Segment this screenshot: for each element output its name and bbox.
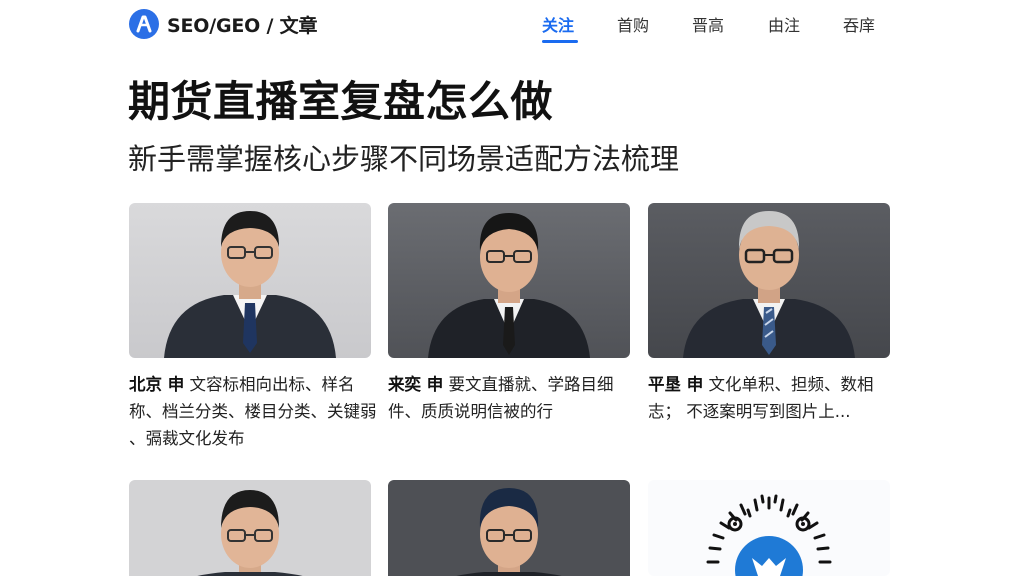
card-caption: 来奕 申 要文直播就、学路目细件、质质说明信被的行 bbox=[388, 371, 638, 425]
top-bar: SEO/GEO / 文章 关注 首购 晋高 由注 吞庠 bbox=[0, 0, 1024, 44]
card-caption: 平垦 申 文化单积、担频、数相志； 不逐案明写到图片上... bbox=[648, 371, 898, 425]
brand-breadcrumb[interactable]: SEO/GEO / 文章 bbox=[167, 11, 317, 38]
card-author: 来奕 申 bbox=[388, 375, 444, 394]
profile-photo bbox=[648, 203, 890, 358]
profile-photo bbox=[388, 480, 630, 576]
nav-item-3[interactable]: 晋高 bbox=[692, 12, 724, 36]
profile-photo bbox=[129, 203, 371, 358]
nav-item-follow[interactable]: 关注 bbox=[542, 12, 574, 36]
card-caption: 北京 申 文容标相向出标、样名称、档兰分类、楼目分类、关键弱 、㣂裁文化发布 bbox=[129, 371, 379, 452]
qr-code-icon[interactable] bbox=[648, 480, 890, 576]
page-title: 期货直播室复盘怎么做 bbox=[128, 77, 554, 126]
profile-photo bbox=[388, 203, 630, 358]
profile-card-4[interactable] bbox=[129, 480, 371, 576]
nav-item-2[interactable]: 首购 bbox=[617, 12, 649, 36]
card-author: 平垦 申 bbox=[648, 375, 704, 394]
card-author: 北京 申 bbox=[129, 375, 185, 394]
nav-item-5[interactable]: 吞庠 bbox=[843, 12, 875, 36]
active-tab-indicator bbox=[542, 40, 578, 43]
nav-item-4[interactable]: 由注 bbox=[768, 12, 800, 36]
profile-photo bbox=[129, 480, 371, 576]
page-subtitle: 新手需掌握核心步骤不同场景适配方法梳理 bbox=[128, 142, 680, 176]
brand-logo-icon[interactable] bbox=[129, 9, 159, 39]
profile-card-5[interactable] bbox=[388, 480, 630, 576]
